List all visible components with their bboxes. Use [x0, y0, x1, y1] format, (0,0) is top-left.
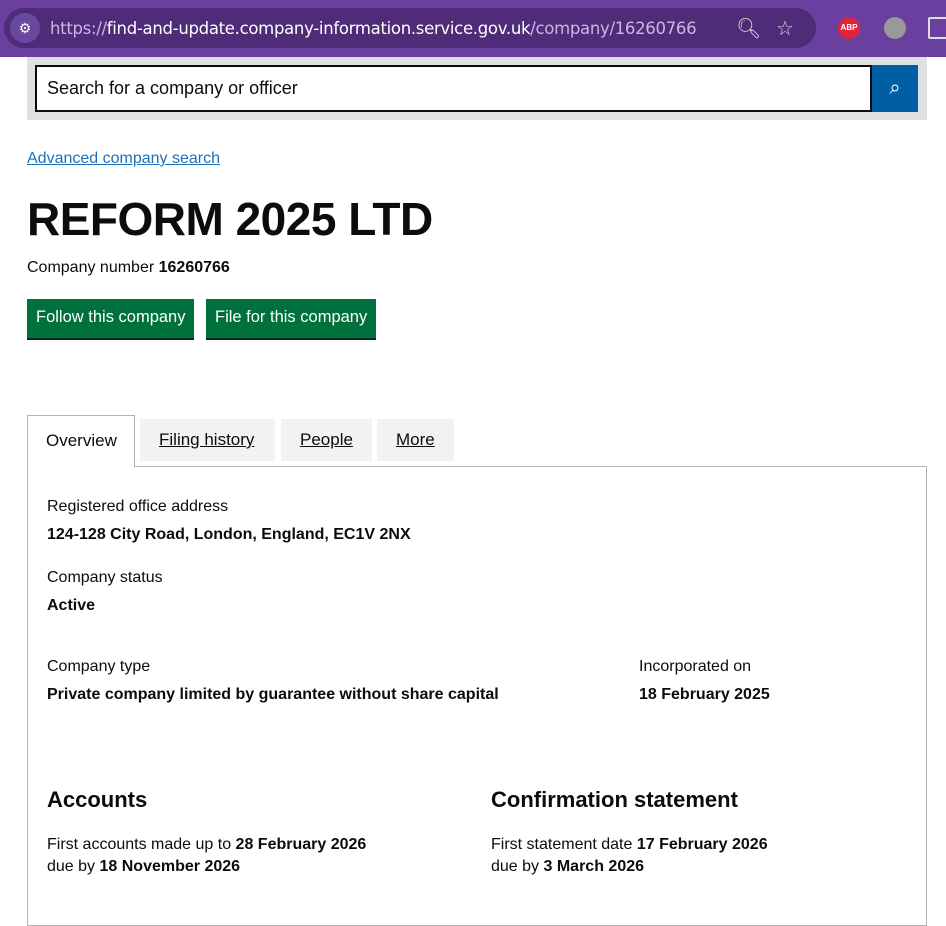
status-label: Company status	[47, 569, 163, 586]
tab-filing-history[interactable]: Filing history	[140, 419, 275, 461]
status-value: Active	[47, 597, 96, 614]
zoom-icon[interactable]: 🔍︎	[736, 16, 761, 41]
tab-more[interactable]: More	[377, 419, 454, 461]
confirmation-heading: Confirmation statement	[491, 787, 738, 812]
type-value: Private company limited by guarantee wit…	[47, 686, 499, 703]
company-name: REFORM 2025 LTD	[27, 193, 433, 245]
file-for-company-button[interactable]: File for this company	[206, 299, 377, 338]
address-label: Registered office address	[47, 498, 229, 515]
adblock-plus-icon[interactable]: ABP	[838, 17, 860, 39]
address-value: 124-128 City Road, London, England, EC1V…	[47, 526, 411, 543]
search-icon: ⌕	[889, 77, 901, 99]
incorporated-label: Incorporated on	[639, 658, 752, 675]
accounts-first: First accounts made up to 28 February 20…	[47, 836, 367, 853]
advanced-search-link[interactable]: Advanced company search	[27, 150, 220, 168]
incorporated-value: 18 February 2025	[639, 686, 770, 703]
overview-panel: Registered office address 124-128 City R…	[27, 466, 927, 926]
search-button[interactable]: ⌕	[872, 65, 918, 112]
address-bar[interactable]: ⚙ https://find-and-update.company-inform…	[4, 8, 816, 48]
follow-company-button[interactable]: Follow this company	[27, 299, 195, 338]
type-label: Company type	[47, 658, 151, 675]
extensions-puzzle-icon[interactable]	[928, 17, 946, 39]
tab-people[interactable]: People	[281, 419, 372, 461]
tab-overview[interactable]: Overview	[27, 415, 135, 467]
confirmation-due: due by 3 March 2026	[491, 858, 645, 875]
browser-toolbar: ⚙ https://find-and-update.company-inform…	[0, 0, 946, 57]
search-bar: Search for a company or officer ⌕	[27, 57, 927, 120]
accounts-heading: Accounts	[47, 787, 148, 812]
confirmation-first: First statement date 17 February 2026	[491, 836, 768, 853]
bookmark-star-icon[interactable]: ☆	[776, 16, 794, 41]
url-text[interactable]: https://find-and-update.company-informat…	[50, 19, 697, 38]
company-number: Company number 16260766	[27, 259, 230, 276]
extension-icon[interactable]	[884, 17, 906, 39]
site-settings-icon[interactable]: ⚙	[10, 13, 40, 43]
accounts-due: due by 18 November 2026	[47, 858, 241, 875]
search-input[interactable]: Search for a company or officer	[35, 65, 872, 112]
